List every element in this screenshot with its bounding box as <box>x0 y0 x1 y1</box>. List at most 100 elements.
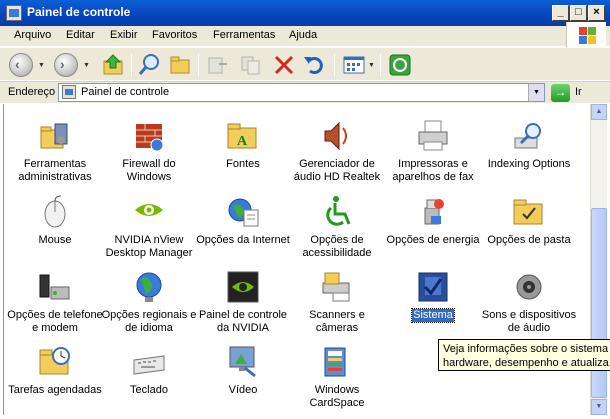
undo-icon[interactable] <box>301 52 327 78</box>
power-icon <box>415 194 451 230</box>
minimize-button[interactable]: _ <box>552 5 569 21</box>
item-label: Opções da Internet <box>196 234 290 246</box>
control-panel-item[interactable]: Opções de pasta <box>481 194 577 247</box>
tooltip-line-2: hardware, desempenho e atualiza <box>443 357 609 369</box>
system-icon <box>415 269 451 305</box>
item-label: Fontes <box>226 158 260 170</box>
item-label: Opções de acessibilidade <box>302 234 372 259</box>
back-dropdown-icon[interactable]: ▼ <box>38 62 45 69</box>
menu-exibir[interactable]: Exibir <box>110 29 138 41</box>
control-panel-item[interactable]: Windows CardSpace <box>289 344 385 410</box>
go-arrow-icon[interactable]: → <box>551 84 570 102</box>
search-icon[interactable] <box>137 52 163 78</box>
control-panel-item[interactable]: Sistema <box>385 269 481 323</box>
fonts-folder-icon: A <box>225 118 261 154</box>
accessibility-icon <box>319 194 355 230</box>
close-button[interactable]: × <box>588 5 605 21</box>
display-icon <box>225 344 261 380</box>
item-label: Indexing Options <box>487 158 571 170</box>
control-panel-item[interactable]: Opções de acessibilidade <box>289 194 385 260</box>
views-dropdown-icon[interactable]: ▼ <box>368 62 375 69</box>
control-panel-item[interactable]: Indexing Options <box>481 118 577 171</box>
control-panel-item[interactable]: Tarefas agendadas <box>7 344 103 397</box>
address-label: Endereço <box>8 86 56 98</box>
toolbar-separator <box>334 54 335 76</box>
control-panel-item[interactable]: Vídeo <box>195 344 291 397</box>
toolbar-separator <box>380 54 381 76</box>
menu-ajuda[interactable]: Ajuda <box>289 29 317 41</box>
item-label: Sons e dispositivos de áudio <box>481 309 577 334</box>
item-label: Opções regionais e de idioma <box>101 309 197 334</box>
address-input[interactable]: Painel de controle ▼ <box>58 83 545 102</box>
control-panel-item[interactable]: Painel de controle da NVIDIA <box>195 269 291 335</box>
item-label: Mouse <box>38 234 72 246</box>
delete-icon[interactable] <box>271 52 297 78</box>
toolbar-separator <box>198 54 199 76</box>
item-label: Ferramentas administrativas <box>18 158 92 183</box>
item-label: Impressoras e aparelhos de fax <box>392 158 474 183</box>
nvidia-panel-icon <box>225 269 261 305</box>
speaker-icon <box>319 118 355 154</box>
windows-logo-icon <box>566 22 606 48</box>
forward-dropdown-icon[interactable]: ▼ <box>83 62 90 69</box>
mouse-icon <box>37 194 73 230</box>
keyboard-icon <box>131 344 167 380</box>
copy-to-icon[interactable] <box>238 52 264 78</box>
svg-text:A: A <box>237 134 248 149</box>
address-bar: Endereço Painel de controle ▼ → Ir <box>0 81 610 103</box>
control-panel-item[interactable]: A Fontes <box>195 118 291 171</box>
menu-ferramentas[interactable]: Ferramentas <box>213 29 275 41</box>
sync-icon[interactable] <box>387 52 413 78</box>
folder-options-icon <box>511 194 547 230</box>
control-panel-item[interactable]: Firewall do Windows <box>101 118 197 184</box>
maximize-button[interactable]: □ <box>570 5 587 21</box>
item-label: Vídeo <box>228 384 258 396</box>
menu-favoritos[interactable]: Favoritos <box>152 29 197 41</box>
item-label: Opções de pasta <box>487 234 571 246</box>
cardspace-icon <box>319 344 355 380</box>
toolbar: ‹ ▼ › ▼ ▼ <box>0 47 610 80</box>
control-panel-item[interactable]: Opções de telefone e modem <box>7 269 103 335</box>
item-label: NVIDIA nView Desktop Manager <box>105 234 193 259</box>
control-panel-item[interactable]: NVIDIA nView Desktop Manager <box>101 194 197 260</box>
go-button-label[interactable]: Ir <box>575 86 582 98</box>
views-icon[interactable] <box>341 52 367 78</box>
address-dropdown-icon[interactable]: ▼ <box>528 84 544 101</box>
item-label: Windows CardSpace <box>309 384 365 409</box>
control-panel-item[interactable]: Opções da Internet <box>195 194 291 247</box>
control-panel-icon <box>62 85 76 99</box>
scheduled-tasks-icon <box>37 344 73 380</box>
globe-icon <box>131 269 167 305</box>
tooltip: Veja informações sobre o sistema d hardw… <box>438 339 610 371</box>
control-panel-item[interactable]: Gerenciador de áudio HD Realtek <box>289 118 385 184</box>
forward-icon[interactable]: › <box>54 53 78 77</box>
item-label: Gerenciador de áudio HD Realtek <box>293 158 381 183</box>
printer-icon <box>415 118 451 154</box>
control-panel-item[interactable]: Mouse <box>7 194 103 247</box>
firewall-icon <box>131 118 167 154</box>
item-label: Sistema <box>411 308 455 323</box>
menu-editar[interactable]: Editar <box>66 29 95 41</box>
item-label: Painel de controle da NVIDIA <box>198 309 288 334</box>
back-icon[interactable]: ‹ <box>9 53 33 77</box>
nvidia-icon <box>131 194 167 230</box>
control-panel-item[interactable]: Scanners e câmeras <box>289 269 385 335</box>
menu-arquivo[interactable]: Arquivo <box>14 29 51 41</box>
phone-modem-icon <box>37 269 73 305</box>
up-folder-icon[interactable] <box>101 52 127 78</box>
control-panel-item[interactable]: Teclado <box>101 344 197 397</box>
menu-bar: Arquivo Editar Exibir Favoritos Ferramen… <box>0 26 610 46</box>
control-panel-item[interactable]: Impressoras e aparelhos de fax <box>385 118 481 184</box>
item-label: Tarefas agendadas <box>8 384 102 396</box>
control-panel-item[interactable]: Sons e dispositivos de áudio <box>481 269 577 335</box>
folders-icon[interactable] <box>167 52 193 78</box>
control-panel-item[interactable]: Opções regionais e de idioma <box>101 269 197 335</box>
control-panel-item[interactable]: Ferramentas administrativas <box>7 118 103 184</box>
move-to-icon[interactable] <box>205 52 231 78</box>
control-panel-item[interactable]: Opções de energia <box>385 194 481 247</box>
scroll-down-icon[interactable]: ▼ <box>591 399 607 415</box>
sound-icon <box>511 269 547 305</box>
scroll-up-icon[interactable]: ▲ <box>591 104 607 120</box>
indexing-icon <box>511 118 547 154</box>
address-value: Painel de controle <box>81 86 170 98</box>
